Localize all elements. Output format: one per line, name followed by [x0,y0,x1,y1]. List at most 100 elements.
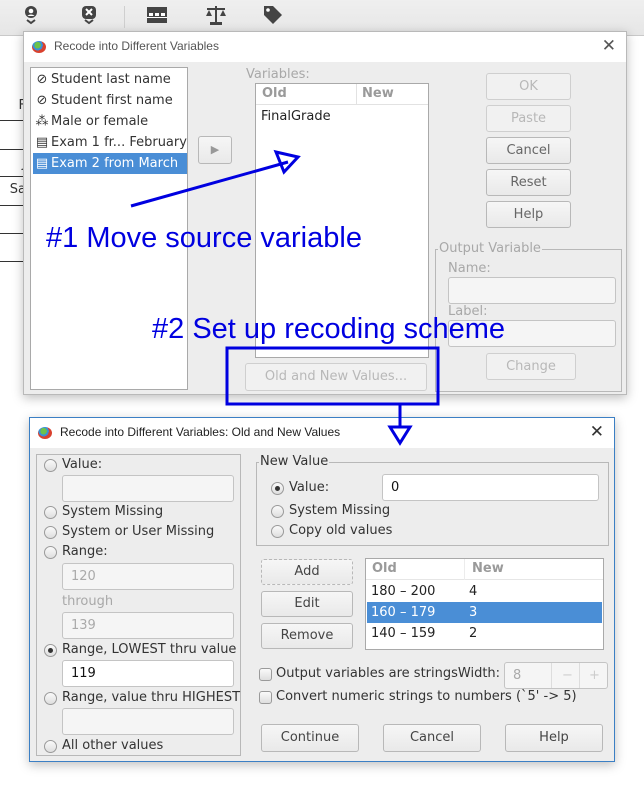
convert-numeric-checkbox[interactable] [259,691,272,704]
variable-label: Male or female [51,114,149,129]
list-item-selected[interactable]: ▤ Exam 2 from March [33,153,187,174]
new-value-group-label: New Value [259,454,330,469]
close-icon[interactable]: ✕ [602,36,616,56]
table-row[interactable]: 180 – 200 4 [367,581,602,602]
app-logo-icon [32,41,46,53]
list-item[interactable]: ⁂ Male or female [33,111,187,132]
variable-label: Student first name [51,93,173,108]
system-or-user-missing-radio[interactable] [44,526,57,539]
range-highest-input[interactable] [62,708,234,735]
old-new-values-titlebar[interactable]: Recode into Different Variables: Old and… [30,418,614,448]
ok-button[interactable]: OK [486,73,571,100]
output-strings-label: Output variables are stringsWidth: [276,666,501,681]
system-missing-radio[interactable] [44,506,57,519]
old-value-label: Value: [62,457,103,472]
table-row[interactable]: FinalGrade [257,106,427,127]
old-range: 180 – 200 [371,584,436,599]
range-lowest-radio[interactable] [44,644,57,657]
width-label: Width: [457,666,501,681]
output-name-input[interactable] [448,277,616,304]
recode-dialog-titlebar[interactable]: Recode into Different Variables ✕ [24,32,626,62]
increment-icon[interactable]: + [589,663,600,688]
range-lowest-input[interactable]: 119 [62,660,234,687]
column-header-old: Old [262,86,287,101]
all-other-values-label: All other values [62,738,164,753]
table-header: Old New [256,84,428,105]
scale-variable-icon: ▤ [35,135,49,150]
list-item[interactable]: ⊘ Student last name [33,69,187,90]
old-and-new-values-button[interactable]: Old and New Values... [245,363,427,391]
weight-cases-icon[interactable] [204,4,226,26]
output-variable-group-label: Output Variable [438,241,542,256]
help-button[interactable]: Help [505,724,603,752]
through-label: through [62,594,114,609]
new-system-missing-radio[interactable] [271,505,284,518]
list-item[interactable]: ⊘ Student first name [33,90,187,111]
split-file-icon[interactable] [146,4,168,26]
old-range: 160 – 179 [371,605,436,620]
continue-button[interactable]: Continue [261,724,359,752]
table-row-selected[interactable]: 160 – 179 3 [367,602,602,623]
dialog-title: Recode into Different Variables: Old and… [60,425,341,439]
variable-label: Student last name [51,72,171,87]
system-missing-label: System Missing [62,504,164,519]
column-header-new: New [362,86,394,101]
string-variable-icon: ⊘ [36,72,48,87]
toolbar-separator [124,6,125,28]
old-value-input[interactable] [62,475,234,502]
dialog-title: Recode into Different Variables [54,39,219,53]
table-header: Old New [366,559,603,580]
copy-old-values-radio[interactable] [271,525,284,538]
new-value-label: Value: [289,480,330,495]
range-lowest-label: Range, LOWEST thru value [62,642,237,657]
variable-label: Exam 1 fr... February [51,135,187,150]
new-system-missing-label: System Missing [289,503,391,518]
arrow-right-icon: ▶ [210,143,220,156]
delete-case-icon[interactable] [78,4,100,26]
range-label: Range: [62,544,108,559]
help-button[interactable]: Help [486,201,571,228]
variable-label: Exam 2 from March [51,156,179,171]
reset-button[interactable]: Reset [486,169,571,196]
new-value-input[interactable]: 0 [382,474,599,501]
new-value: 4 [469,584,478,599]
old-value-group: Value: System Missing System or User Mis… [36,454,241,756]
range-radio[interactable] [44,546,57,559]
go-to-case-icon[interactable] [20,4,42,26]
mapping-table[interactable]: Old New 180 – 200 4 160 – 179 3 140 – 15… [365,558,604,650]
move-variable-button[interactable]: ▶ [198,136,232,164]
range-highest-radio[interactable] [44,692,57,705]
old-new-values-dialog: Recode into Different Variables: Old and… [29,417,615,762]
change-button[interactable]: Change [486,353,576,380]
decrement-icon[interactable]: − [562,663,573,688]
range-to-input[interactable]: 139 [62,612,234,639]
cancel-button[interactable]: Cancel [383,724,481,752]
close-icon[interactable]: ✕ [590,422,604,442]
paste-button[interactable]: Paste [486,105,571,132]
string-variable-icon: ⊘ [36,93,48,108]
new-value-radio[interactable] [271,482,284,495]
edit-button[interactable]: Edit [261,591,353,617]
old-range: 140 – 159 [371,626,436,641]
remove-button[interactable]: Remove [261,623,353,649]
width-spinner[interactable]: 8 − + [504,662,608,689]
cancel-button[interactable]: Cancel [486,137,571,164]
list-item[interactable]: ▤ Exam 1 fr... February [33,132,187,153]
table-row[interactable]: 140 – 159 2 [367,623,602,644]
old-value-radio[interactable] [44,459,57,472]
nominal-variable-icon: ⁂ [35,114,49,129]
new-value-group: New Value Value: 0 System Missing Copy o… [256,454,609,546]
range-from-input[interactable]: 120 [62,563,234,590]
convert-numeric-label: Convert numeric strings to numbers (`5' … [276,689,577,704]
variables-label: Variables: [246,67,310,82]
old-variable-name: FinalGrade [261,109,331,124]
add-button[interactable]: Add [261,559,353,585]
column-header-old: Old [372,561,397,576]
output-strings-checkbox[interactable] [259,668,272,681]
annotation-step2: #2 Set up recoding scheme [152,313,506,345]
column-header-new: New [472,561,504,576]
app-logo-icon [38,427,52,439]
all-other-values-radio[interactable] [44,740,57,753]
copy-old-values-label: Copy old values [289,523,393,538]
value-labels-icon[interactable] [262,4,284,26]
